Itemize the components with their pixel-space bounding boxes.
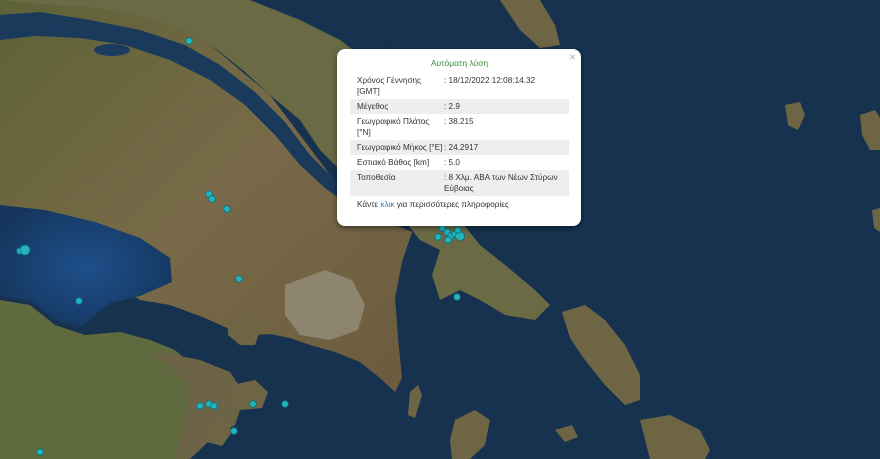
info-row-magnitude: Μέγεθος : 2.9 (350, 99, 569, 114)
earthquake-marker[interactable] (19, 244, 31, 256)
earthquake-info-popup: × Αυτόματη λύση Χρόνος Γέννησης [GMT] : … (337, 49, 581, 226)
lake (50, 26, 70, 34)
earthquake-marker[interactable] (453, 293, 461, 301)
earthquake-marker[interactable] (208, 195, 216, 203)
more-info-link[interactable]: κλικ (380, 200, 394, 209)
earthquake-marker[interactable] (281, 400, 289, 408)
more-info-prefix: Κάντε (357, 200, 381, 209)
row-label: Μέγεθος (357, 102, 389, 111)
info-row-location: Τοποθεσία : 8 Χλμ. ΑΒΑ των Νέων Στύρων Ε… (350, 170, 569, 196)
more-info-text: Κάντε κλικ για περισσότερες πληροφορίες (350, 199, 569, 210)
more-info-suffix: για περισσότερες πληροφορίες (394, 200, 509, 209)
earthquake-marker[interactable] (196, 402, 204, 410)
close-icon[interactable]: × (569, 51, 576, 63)
info-row-longitude: Γεωγραφικό Μήκος [°E] : 24.2917 (350, 140, 569, 155)
earthquake-marker[interactable] (235, 275, 243, 283)
row-label: Εστιακό Βάθος [km] (357, 158, 430, 167)
earthquake-marker[interactable] (249, 400, 257, 408)
earthquake-marker[interactable] (444, 236, 452, 244)
info-row-latitude: Γεωγραφικό Πλάτος [°N] : 38.215 (350, 114, 569, 140)
earthquake-marker[interactable] (223, 205, 231, 213)
earthquake-marker[interactable] (75, 297, 83, 305)
row-label: Γεωγραφικό Μήκος [°E] (357, 143, 443, 152)
row-value: : 5.0 (444, 158, 460, 167)
earthquake-marker[interactable] (454, 226, 462, 234)
earthquake-marker[interactable] (210, 402, 218, 410)
earthquake-marker[interactable] (230, 427, 238, 435)
row-label: Χρόνος Γέννησης [GMT] (357, 76, 421, 96)
row-value: : 2.9 (444, 102, 460, 111)
row-value: : 38.215 (444, 117, 474, 126)
info-row-origin-time: Χρόνος Γέννησης [GMT] : 18/12/2022 12:08… (350, 73, 569, 99)
row-label: Γεωγραφικό Πλάτος [°N] (357, 117, 430, 137)
row-value: : 8 Χλμ. ΑΒΑ των Νέων Στύρων Εύβοιας (444, 173, 558, 193)
row-value: : 24.2917 (444, 143, 479, 152)
earthquake-marker[interactable] (434, 233, 442, 241)
info-row-depth: Εστιακό Βάθος [km] : 5.0 (350, 155, 569, 170)
popup-title: Αυτόματη λύση (430, 58, 489, 68)
lake (94, 44, 130, 56)
row-label: Τοποθεσία (357, 173, 396, 182)
earthquake-marker[interactable] (185, 37, 193, 45)
row-value: : 18/12/2022 12:08:14.32 (444, 76, 536, 85)
earthquake-marker[interactable] (36, 448, 44, 456)
